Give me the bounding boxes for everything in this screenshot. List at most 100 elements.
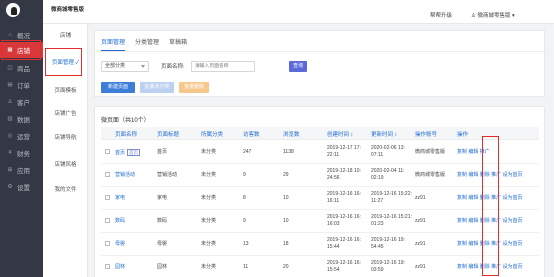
table-header: 页面名称 页面标题 所属分类 访客数 浏览数 创建时间 ↕ 更新时间 ↕ 操作账… (101, 127, 539, 140)
page-name-input[interactable] (191, 61, 255, 72)
table-row: 首页 首页 首页 未分类 247 1138 2019-12-17 17: 22:11 2020… (101, 141, 539, 164)
cell-cat: 未分类 (201, 149, 217, 155)
row-checkbox[interactable] (105, 264, 110, 269)
page-tabs: 页面管理 分类管理 草稿箱 (101, 37, 197, 51)
customer-icon: ♙ (7, 99, 13, 105)
cell-uv: 13 (243, 241, 249, 247)
highlight-shop-box (1, 40, 41, 60)
account-menu[interactable]: ♙ 微商城零售版 ▾ (471, 11, 515, 19)
data-icon: ▥ (7, 116, 13, 122)
page-title-cell: 母婴 (157, 241, 168, 247)
sidebar-item-data[interactable]: ▥ 数据 (0, 112, 43, 126)
col-visitors[interactable]: 访客数 (243, 130, 260, 138)
col-page-title[interactable]: 页面标题 (157, 130, 179, 138)
marketing-icon: ◎ (7, 133, 13, 139)
table-row: 数码 数码 未分类 9 10 2019-12-16 16: 16:03 2019-12-16… (101, 210, 539, 233)
subnav-my-files[interactable]: 我的文件 (43, 185, 88, 193)
sidebar-item-orders[interactable]: ▤ 订单 (0, 78, 43, 92)
page-name-link[interactable]: 首页 首页 (115, 149, 141, 157)
subnav-shop-style[interactable]: 店铺风格 (43, 160, 88, 168)
col-updated[interactable]: 更新时间 ↕ (371, 130, 397, 138)
subnav-shop-nav[interactable]: 店铺导航 (43, 133, 88, 141)
user-icon: ♙ (471, 13, 476, 19)
cell-pv: 10 (283, 195, 289, 201)
filter-card: 页面管理 分类管理 草稿箱 全部分类 页面名称: 查询 新建页面 批量改分类 批… (94, 30, 546, 97)
page-title-cell: 家电 (157, 195, 168, 201)
row-checkbox[interactable] (105, 218, 110, 223)
home-icon: ⌂ (8, 32, 12, 38)
new-page-button[interactable]: 新建页面 (101, 82, 135, 93)
page-name-link[interactable]: 家电 (115, 195, 125, 202)
shop-logo[interactable] (6, 3, 20, 17)
cell-created: 2019-12-16 16: 15:54 (327, 260, 361, 273)
table-row: 母婴 母婴 未分类 13 18 2019-12-16 16: 15:44 2019-12-1… (101, 233, 539, 256)
tab-drafts[interactable]: 草稿箱 (169, 37, 187, 51)
page-title-cell: 园林 (157, 264, 168, 270)
settings-icon: ⚙ (7, 184, 13, 190)
page-name-link[interactable]: 母婴 (115, 241, 125, 248)
page-title-cell: 数码 (157, 218, 168, 224)
subnav-page-template[interactable]: 页面模板 (43, 86, 88, 94)
batch-category-button[interactable]: 批量改分类 (140, 82, 174, 93)
cell-created: 2019-12-16 16: 16:11 (327, 191, 361, 204)
cell-pv: 1138 (283, 149, 294, 155)
row-checkbox[interactable] (105, 241, 110, 246)
page-name-link[interactable]: 园林 (115, 264, 125, 271)
subnav-shop[interactable]: 店铺 (43, 31, 88, 39)
table-row: 家电 家电 未分类 8 10 2019-12-16 16: 16:11 2019-12-16… (101, 187, 539, 210)
cell-updated: 2020-02-04 11: 02:19 (371, 168, 405, 181)
category-select[interactable]: 全部分类 (101, 61, 149, 72)
sidebar-item-finance[interactable]: ¥ 财务 (0, 146, 43, 160)
page-name-link[interactable]: 数码 (115, 218, 125, 225)
search-button[interactable]: 查询 (289, 61, 307, 72)
sidebar-item-operations[interactable]: ◎ 运营 (0, 129, 43, 143)
sidebar-item-customers[interactable]: ♙ 客户 (0, 95, 43, 109)
cell-op: 微商城零售版 (415, 149, 446, 155)
cell-updated: 2019-12-16 15:21: 01:23 (371, 214, 412, 227)
goods-icon: ◫ (7, 65, 13, 71)
sidebar-item-goods[interactable]: ◫ 商品 (0, 61, 43, 75)
page-title-cell: 首页 (157, 149, 168, 155)
col-views[interactable]: 浏览数 (283, 130, 300, 138)
top-header: 微商城零售版 帮帮升级 ♙ 微商城零售版 ▾ (43, 0, 554, 24)
row-checkbox[interactable] (105, 149, 110, 154)
tab-page-manage[interactable]: 页面管理 (101, 37, 126, 51)
tab-divider (95, 51, 546, 52)
row-checkbox[interactable] (105, 172, 110, 177)
cell-op: zz91 (415, 264, 426, 270)
highlight-page-manage-box (45, 48, 82, 76)
cell-updated: 2019-12-16 19: 03:59 (371, 260, 405, 273)
cell-cat: 未分类 (201, 264, 217, 270)
col-category[interactable]: 所属分类 (201, 130, 223, 138)
cell-uv: 9 (243, 172, 246, 178)
sidebar-item-settings[interactable]: ⚙ 设置 (0, 180, 43, 194)
cell-op: 微商城零售版 (415, 172, 446, 178)
tab-category-manage[interactable]: 分类管理 (135, 37, 159, 51)
cell-uv: 11 (243, 264, 249, 270)
subnav-shop-ads[interactable]: 店铺广告 (43, 109, 88, 117)
col-operator[interactable]: 操作账号 (415, 130, 437, 138)
row-checkbox[interactable] (105, 195, 110, 200)
batch-delete-button[interactable]: 批量删除 (179, 82, 209, 93)
table-title: 微页面（共10个） (101, 118, 150, 124)
finance-icon: ¥ (8, 150, 12, 156)
col-actions: 操作 (457, 132, 469, 138)
page-name-link[interactable]: 营销活动 (115, 172, 135, 179)
cell-created: 2019-12-16 16: 16:03 (327, 214, 361, 227)
table-row: 园林 园林 未分类 11 20 2019-12-16 16: 15:54 2019-12-1… (101, 256, 539, 277)
cell-created: 2019-12-18 10: 24:56 (327, 168, 361, 181)
sidebar-item-apps[interactable]: ⊞ 应用 (0, 163, 43, 177)
col-page-name[interactable]: 页面名称 (115, 130, 137, 138)
app-icon: ⊞ (7, 167, 13, 173)
cell-updated: 2019-12-16 15:22: 11:27 (371, 191, 412, 204)
cell-op: zz91 (415, 195, 426, 201)
cell-created: 2019-12-17 17: 22:11 (327, 145, 361, 158)
highlight-actions-column (482, 136, 499, 276)
upgrade-link[interactable]: 帮帮升级 (430, 11, 452, 19)
col-created[interactable]: 创建时间 ↕ (327, 130, 353, 138)
app-title: 微商城零售版 (51, 7, 85, 13)
cell-uv: 8 (243, 195, 246, 201)
cell-cat: 未分类 (201, 241, 217, 247)
page-name-label: 页面名称: (161, 64, 185, 70)
cell-pv: 29 (283, 172, 289, 178)
